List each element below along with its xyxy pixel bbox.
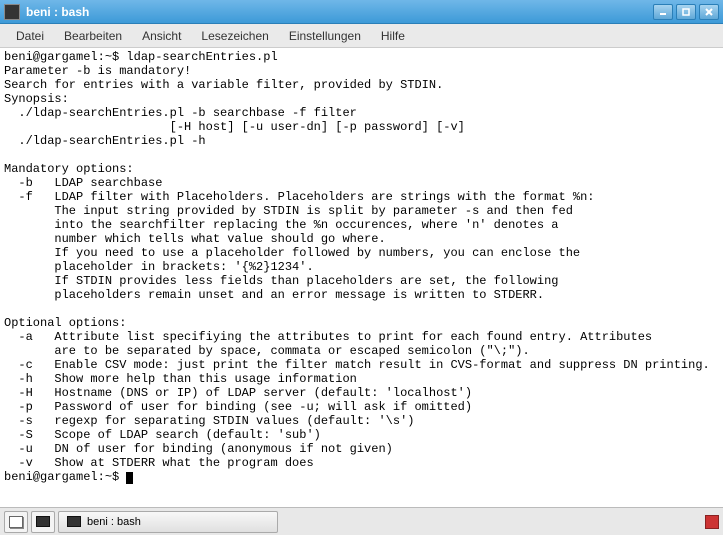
output-line: -u DN of user for binding (anonymous if … (4, 442, 393, 456)
output-line: are to be separated by space, commata or… (4, 344, 530, 358)
window-title: beni : bash (26, 5, 653, 19)
output-line: ./ldap-searchEntries.pl -h (4, 134, 206, 148)
window-buttons (653, 4, 719, 20)
output-line: -S Scope of LDAP search (default: 'sub') (4, 428, 321, 442)
prompt-line-1: beni@gargamel:~$ ldap-searchEntries.pl (4, 50, 278, 64)
maximize-button[interactable] (676, 4, 696, 20)
menubar: Datei Bearbeiten Ansicht Lesezeichen Ein… (0, 24, 723, 48)
output-line: number which tells what value should go … (4, 232, 386, 246)
menu-ansicht[interactable]: Ansicht (132, 26, 191, 46)
terminal-icon (4, 4, 20, 20)
menu-hilfe[interactable]: Hilfe (371, 26, 415, 46)
menu-bearbeiten[interactable]: Bearbeiten (54, 26, 132, 46)
output-line: -H Hostname (DNS or IP) of LDAP server (… (4, 386, 472, 400)
terminal-launcher-button[interactable] (31, 511, 55, 533)
taskbar-item-active[interactable]: beni : bash (58, 511, 278, 533)
minimize-button[interactable] (653, 4, 673, 20)
output-line: -b LDAP searchbase (4, 176, 162, 190)
output-line: If STDIN provides less fields than place… (4, 274, 559, 288)
prompt-line-2: beni@gargamel:~$ (4, 470, 133, 484)
output-line: Parameter -b is mandatory! (4, 64, 191, 78)
output-line: placeholders remain unset and an error m… (4, 288, 544, 302)
taskbar: beni : bash (0, 507, 723, 535)
show-desktop-button[interactable] (4, 511, 28, 533)
taskbar-item-label: beni : bash (87, 516, 141, 528)
output-line: -a Attribute list specifiying the attrib… (4, 330, 652, 344)
tray-notification-icon[interactable] (705, 515, 719, 529)
output-line: -h Show more help than this usage inform… (4, 372, 357, 386)
terminal-icon (67, 516, 81, 527)
output-line: Mandatory options: (4, 162, 134, 176)
output-line: If you need to use a placeholder followe… (4, 246, 580, 260)
output-line: [-H host] [-u user-dn] [-p password] [-v… (4, 120, 465, 134)
output-line: Search for entries with a variable filte… (4, 78, 443, 92)
menu-datei[interactable]: Datei (6, 26, 54, 46)
window-titlebar: beni : bash (0, 0, 723, 24)
output-line: -p Password of user for binding (see -u;… (4, 400, 472, 414)
output-line: Synopsis: (4, 92, 69, 106)
terminal-icon (36, 516, 50, 527)
output-line: Optional options: (4, 316, 126, 330)
cursor (126, 472, 133, 484)
desktop-icon (9, 516, 23, 528)
output-line: ./ldap-searchEntries.pl -b searchbase -f… (4, 106, 357, 120)
output-line: into the searchfilter replacing the %n o… (4, 218, 559, 232)
output-line: -c Enable CSV mode: just print the filte… (4, 358, 710, 372)
close-button[interactable] (699, 4, 719, 20)
output-line: -v Show at STDERR what the program does (4, 456, 314, 470)
menu-einstellungen[interactable]: Einstellungen (279, 26, 371, 46)
terminal-output[interactable]: beni@gargamel:~$ ldap-searchEntries.pl P… (0, 48, 723, 507)
output-line: -s regexp for separating STDIN values (d… (4, 414, 414, 428)
menu-lesezeichen[interactable]: Lesezeichen (191, 26, 278, 46)
output-line: The input string provided by STDIN is sp… (4, 204, 573, 218)
output-line: placeholder in brackets: '{%2}1234'. (4, 260, 314, 274)
output-line: -f LDAP filter with Placeholders. Placeh… (4, 190, 595, 204)
